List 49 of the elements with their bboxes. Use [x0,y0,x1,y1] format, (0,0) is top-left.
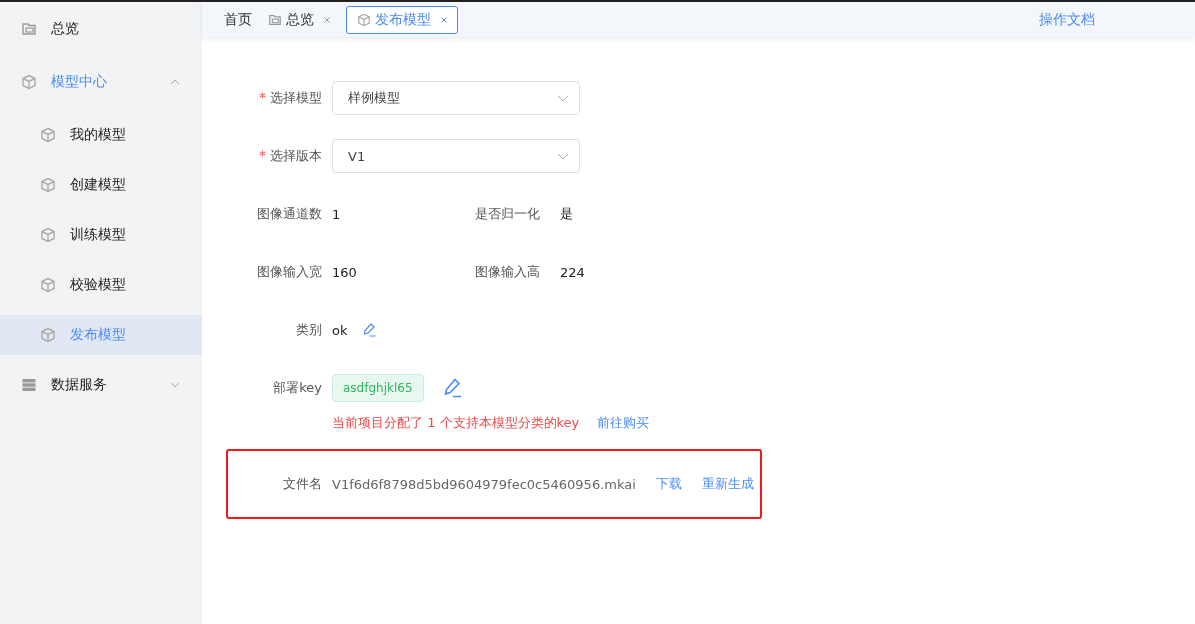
key-tag: asdfghjkl65 [332,374,424,402]
pencil-icon[interactable] [443,378,462,398]
chevron-icon [557,152,569,160]
field-label: 图像输入高 [475,264,540,279]
chevron-icon [557,94,569,102]
submenu-item[interactable]: 创建模型 [0,165,202,205]
action-link[interactable]: 下载 [655,475,682,493]
tab[interactable]: 首页 [224,6,260,33]
field-label: 选择模型 [270,90,322,105]
submenu-item[interactable]: 校验模型 [0,265,202,305]
field-value: ok [332,322,348,338]
close-icon[interactable] [324,16,330,23]
close-icon[interactable] [441,16,447,23]
tab[interactable]: 总览 [268,6,338,33]
tab[interactable]: 发布模型 [346,5,458,34]
submenu-item[interactable]: 训练模型 [0,215,202,255]
cube-icon [40,277,56,293]
menu-item[interactable]: 总览 [0,9,202,49]
select-field[interactable]: 样例模型 [332,81,580,115]
pencil-icon[interactable] [363,323,377,337]
buy-link[interactable]: 前往购买 [597,414,650,432]
field-label: 图像通道数 [257,206,322,221]
cube-icon [40,327,56,343]
menu-item[interactable]: 数据服务 [0,365,202,405]
database-icon [21,377,37,393]
cube-icon [21,74,37,90]
cube-icon [357,12,371,27]
cube-icon [40,177,56,193]
chevron-icon [170,382,180,388]
field-value: 是 [560,205,573,223]
select-field[interactable]: V1 [332,139,580,173]
field-value: 1 [332,206,341,222]
field-label: 是否归一化 [475,206,540,221]
field-label: 选择版本 [270,148,322,163]
cube-icon [40,227,56,243]
file-name: V1f6d6f8798d5bd9604979fec0c5460956.mkai [332,476,636,492]
submenu-item[interactable]: 我的模型 [0,115,202,155]
cube-icon [40,127,56,143]
field-value: 160 [332,264,357,280]
field-label: 图像输入宽 [257,264,322,279]
field-label: 部署key [273,380,322,395]
chevron-icon [170,79,180,85]
field-label: 类别 [296,322,322,337]
action-link[interactable]: 重新生成 [701,475,754,493]
key-hint: 当前项目分配了 1 个支持本模型分类的key [332,414,580,432]
folder-icon [268,12,282,27]
field-label: 文件名 [283,476,322,491]
folder-icon [21,21,37,37]
field-value: 224 [560,264,585,280]
